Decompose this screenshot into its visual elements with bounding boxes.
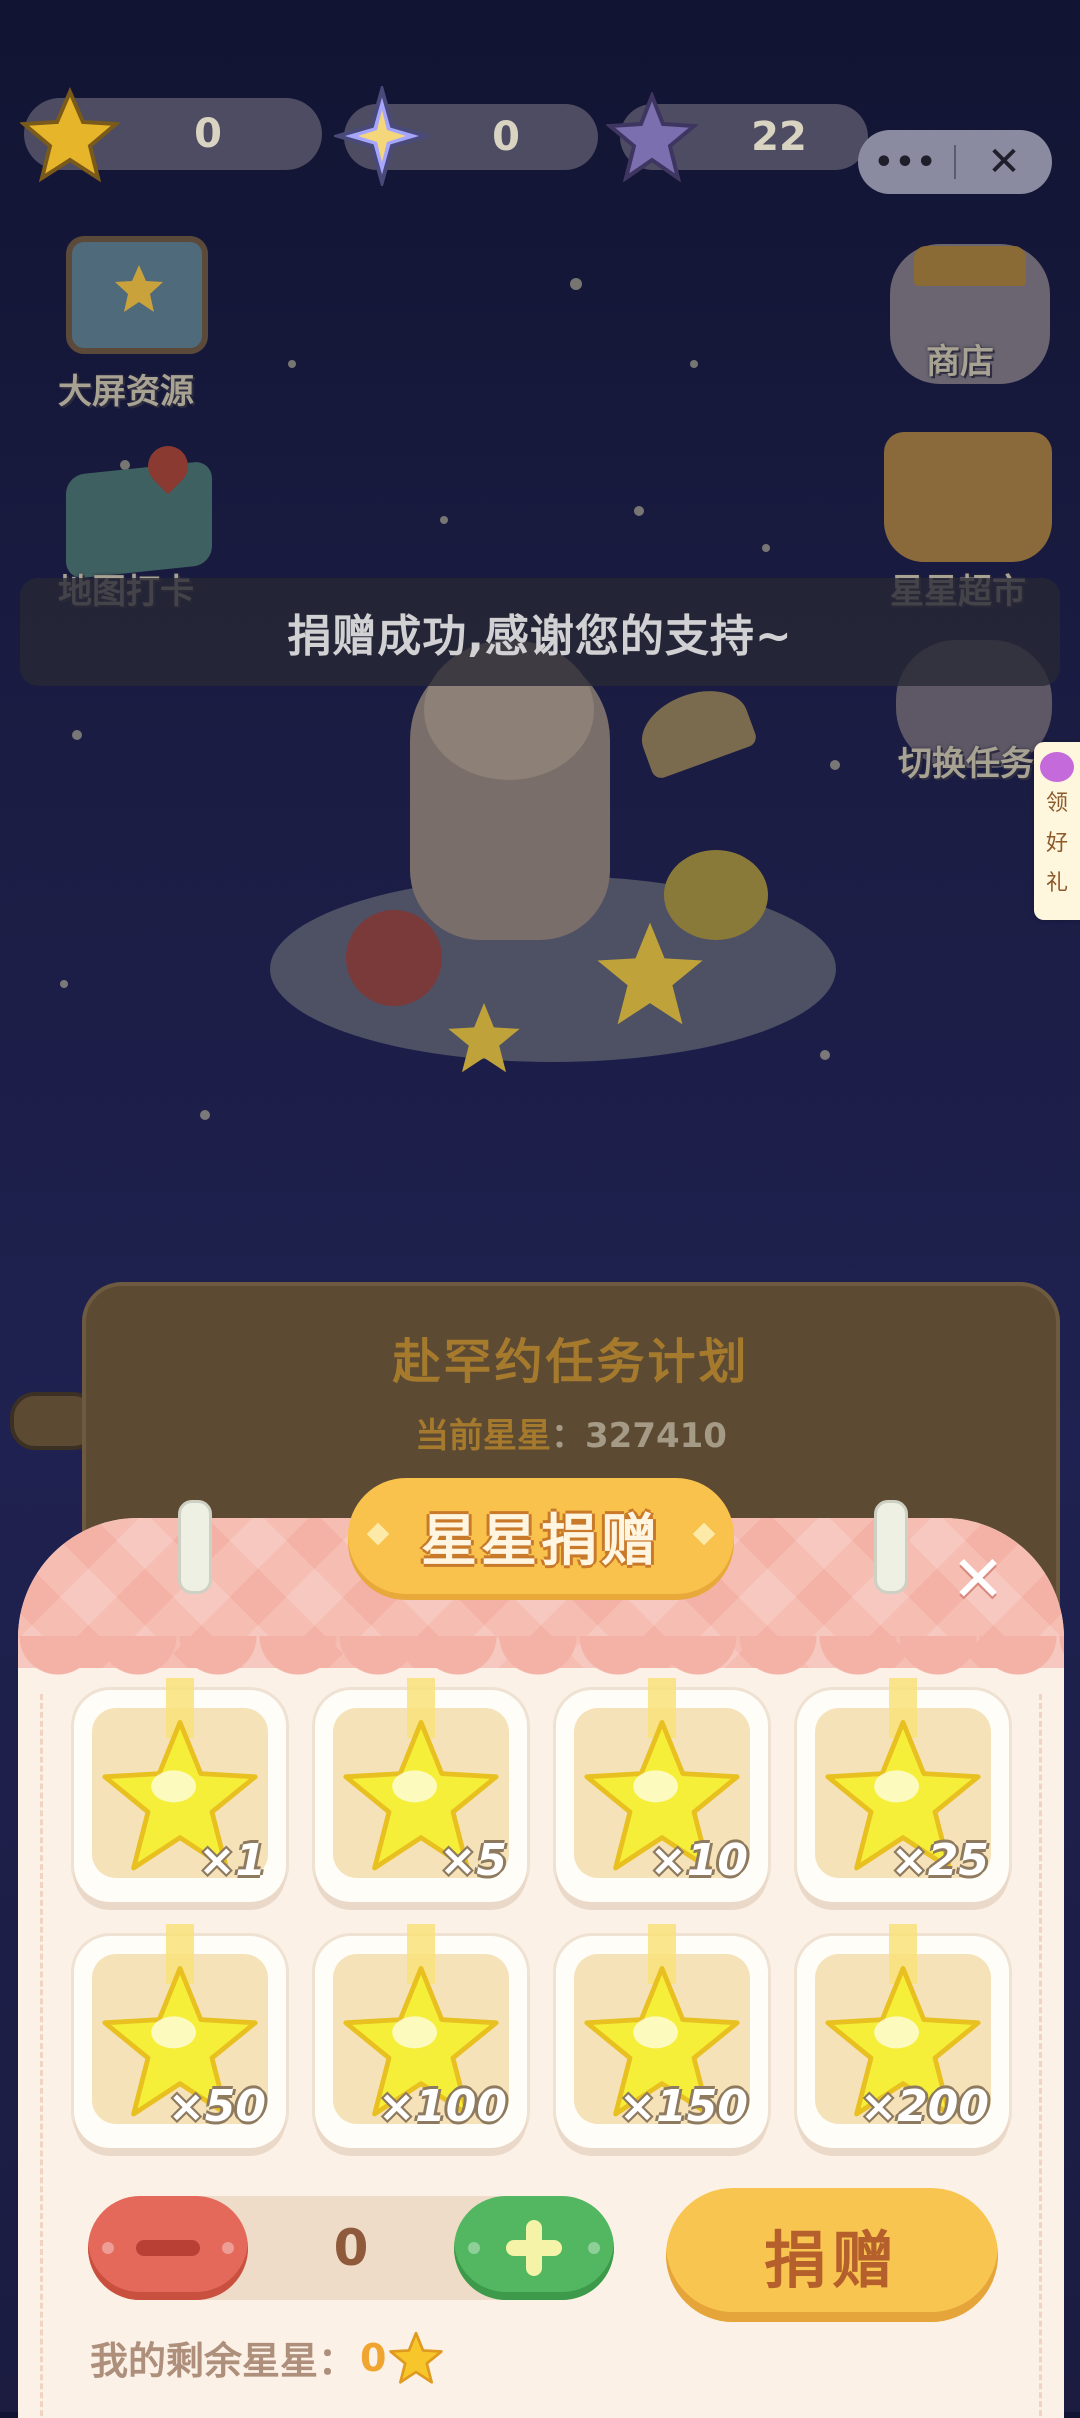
option-quantity: ×25 bbox=[890, 1835, 989, 1886]
exit-button[interactable]: ✕ bbox=[956, 139, 1052, 185]
option-quantity: ×1 bbox=[198, 1835, 266, 1886]
toast-message: 捐赠成功,感谢您的支持~ bbox=[20, 578, 1060, 686]
donate-option[interactable]: ×50 bbox=[74, 1924, 286, 2148]
current-stars: 当前星星：327410 bbox=[86, 1408, 1056, 1457]
side-item-label: 商店 bbox=[926, 342, 994, 382]
purple-star-icon bbox=[606, 92, 698, 182]
plus-icon-vertical bbox=[526, 2220, 542, 2276]
button-dot bbox=[588, 2242, 600, 2254]
gamepad-icon bbox=[1040, 752, 1074, 782]
donate-option[interactable]: ×1 bbox=[74, 1678, 286, 1902]
modal-pin-right bbox=[874, 1500, 908, 1594]
billboard-icon bbox=[66, 236, 208, 354]
gift-tab-char: 好 bbox=[1045, 831, 1068, 856]
current-stars-value: ：327410 bbox=[551, 1416, 727, 1456]
remaining-stars-label: 我的剩余星星： bbox=[90, 2339, 357, 2383]
floor-star-icon bbox=[597, 922, 703, 1025]
option-quantity: ×150 bbox=[619, 2081, 748, 2132]
donate-option[interactable]: ×25 bbox=[797, 1678, 1009, 1902]
minus-icon bbox=[136, 2240, 200, 2256]
mini-program-capsule: ••• ✕ bbox=[858, 130, 1052, 194]
option-quantity: ×200 bbox=[860, 2081, 989, 2132]
decrease-button[interactable] bbox=[88, 2196, 248, 2300]
modal-pin-left bbox=[178, 1500, 212, 1594]
donate-button[interactable]: 捐赠 bbox=[666, 2188, 998, 2322]
gift-side-tab[interactable]: 领 好 礼 bbox=[1034, 742, 1080, 920]
star-icon bbox=[389, 2331, 444, 2384]
quantity-value: 0 bbox=[333, 2219, 369, 2277]
quantity-stepper: 0 bbox=[88, 2196, 614, 2300]
yarn-ball bbox=[346, 910, 442, 1006]
sparkle-icon bbox=[334, 86, 430, 186]
modal-close-button[interactable]: ✕ bbox=[946, 1548, 1010, 1612]
option-quantity: ×5 bbox=[439, 1835, 507, 1886]
donate-option[interactable]: ×10 bbox=[556, 1678, 768, 1902]
side-item-label: 切换任务 bbox=[898, 744, 1034, 784]
floor-star-icon bbox=[448, 1003, 520, 1073]
side-item-label: 大屏资源 bbox=[58, 372, 194, 412]
basket-icon bbox=[884, 432, 1052, 562]
map-pin-icon bbox=[66, 460, 212, 580]
shop-awning bbox=[914, 246, 1026, 286]
button-dot bbox=[222, 2242, 234, 2254]
button-dot bbox=[468, 2242, 480, 2254]
increase-button[interactable] bbox=[454, 2196, 614, 2300]
donate-option[interactable]: ×100 bbox=[315, 1924, 527, 2148]
gift-tab-char: 领 bbox=[1045, 791, 1068, 816]
option-quantity: ×100 bbox=[378, 2081, 507, 2132]
option-quantity: ×10 bbox=[649, 1835, 748, 1886]
donate-option[interactable]: ×150 bbox=[556, 1924, 768, 2148]
donate-option[interactable]: ×5 bbox=[315, 1678, 527, 1902]
current-stars-label: 当前星星 bbox=[415, 1416, 552, 1456]
button-dot bbox=[102, 2242, 114, 2254]
remaining-stars: 我的剩余星星： 0 bbox=[90, 2330, 444, 2385]
gift-tab-char: 礼 bbox=[1045, 871, 1068, 896]
option-quantity: ×50 bbox=[167, 2081, 266, 2132]
board-title: 赴罕约任务计划 bbox=[392, 1334, 750, 1390]
remaining-stars-value: 0 bbox=[360, 2335, 387, 2380]
lamp bbox=[631, 677, 759, 781]
gold-star-icon bbox=[20, 86, 120, 182]
more-button[interactable]: ••• bbox=[858, 145, 954, 180]
donate-option[interactable]: ×200 bbox=[797, 1924, 1009, 2148]
modal-title: 星星捐赠 bbox=[348, 1478, 734, 1594]
